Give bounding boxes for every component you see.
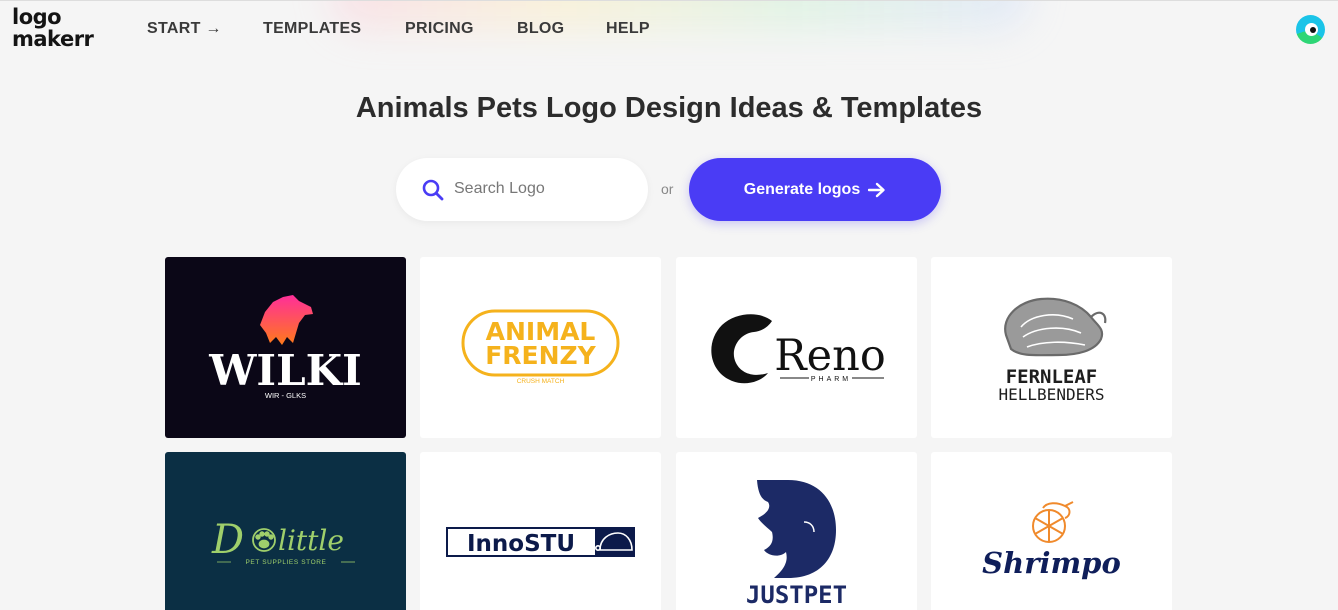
paw-icon — [252, 528, 276, 552]
innostu-logo: InnoSTU — [446, 527, 635, 557]
logo-card-justpet[interactable]: JUSTPET — [676, 452, 917, 610]
logo-card-animal-frenzy[interactable]: ANIMAL FRENZY CRUSH MATCH — [420, 257, 661, 438]
logo-card-fernleaf[interactable]: FERNLEAF HELLBENDERS — [931, 257, 1172, 438]
shrimp-icon — [1032, 501, 1074, 543]
justpet-name: JUSTPET — [746, 581, 847, 609]
dolittle-logo: D little PET SUPPLIES STORE — [211, 517, 355, 566]
nav-help[interactable]: HELP — [606, 20, 650, 38]
dolittle-tagline: PET SUPPLIES STORE — [245, 559, 326, 566]
top-navigation: logo makerr START → TEMPLATES PRICING BL… — [0, 0, 1338, 56]
logo-card-wilki[interactable]: WILKI WIR - GLKS — [165, 257, 406, 438]
brand-logo-line2: makerr — [12, 27, 94, 51]
search-box — [396, 158, 648, 221]
reno-tagline: PHARM — [811, 376, 851, 383]
brand-logo[interactable]: logo makerr — [12, 6, 104, 52]
wilki-tagline: WIR - GLKS — [265, 391, 306, 400]
shrimpo-logo: Shrimpo — [982, 501, 1121, 580]
nav-start[interactable]: START → — [147, 20, 263, 38]
nav-pricing[interactable]: PRICING — [405, 20, 517, 38]
brand-logo-line1: logo — [12, 5, 62, 29]
page-title: Animals Pets Logo Design Ideas & Templat… — [355, 92, 983, 124]
reno-logo: Reno PHARM — [711, 314, 886, 384]
nav-templates[interactable]: TEMPLATES — [263, 20, 405, 38]
logo-card-reno[interactable]: Reno PHARM — [676, 257, 917, 438]
dolittle-initial: D — [211, 517, 244, 563]
search-icon — [422, 179, 444, 201]
search-input[interactable] — [454, 176, 624, 202]
frenzy-name-line2: FRENZY — [485, 341, 596, 370]
wilki-logo: WILKI WIR - GLKS — [208, 295, 362, 400]
wilki-name: WILKI — [208, 346, 362, 395]
shrimpo-name: Shrimpo — [982, 546, 1121, 580]
generate-logos-label: Generate logos — [743, 180, 861, 198]
fernleaf-tagline: HELLBENDERS — [999, 385, 1105, 404]
animal-frenzy-logo: ANIMAL FRENZY CRUSH MATCH — [461, 309, 620, 385]
dolittle-name: little — [278, 524, 344, 557]
wolf-icon — [260, 295, 313, 345]
logo-card-shrimpo[interactable]: Shrimpo — [931, 452, 1172, 610]
main-nav: START → TEMPLATES PRICING BLOG HELP — [147, 20, 650, 38]
generate-logos-button[interactable]: Generate logos — [689, 158, 941, 221]
logo-card-innostu[interactable]: InnoSTU — [420, 452, 661, 610]
arrow-right-icon — [868, 182, 885, 197]
reno-name: Reno — [774, 331, 885, 381]
or-separator: or — [661, 181, 674, 197]
frenzy-tagline: CRUSH MATCH — [517, 378, 565, 385]
fernleaf-logo: FERNLEAF HELLBENDERS — [999, 297, 1107, 404]
salamander-icon — [1004, 297, 1107, 357]
whale-icon — [711, 314, 772, 384]
avatar-eye-icon — [1310, 27, 1316, 33]
justpet-logo: JUSTPET — [746, 480, 847, 609]
logo-card-dolittle[interactable]: D little PET SUPPLIES STORE — [165, 452, 406, 610]
user-avatar[interactable] — [1296, 15, 1325, 44]
nav-blog[interactable]: BLOG — [517, 20, 606, 38]
dog-d-icon — [757, 480, 836, 578]
innostu-name: InnoSTU — [467, 531, 575, 557]
